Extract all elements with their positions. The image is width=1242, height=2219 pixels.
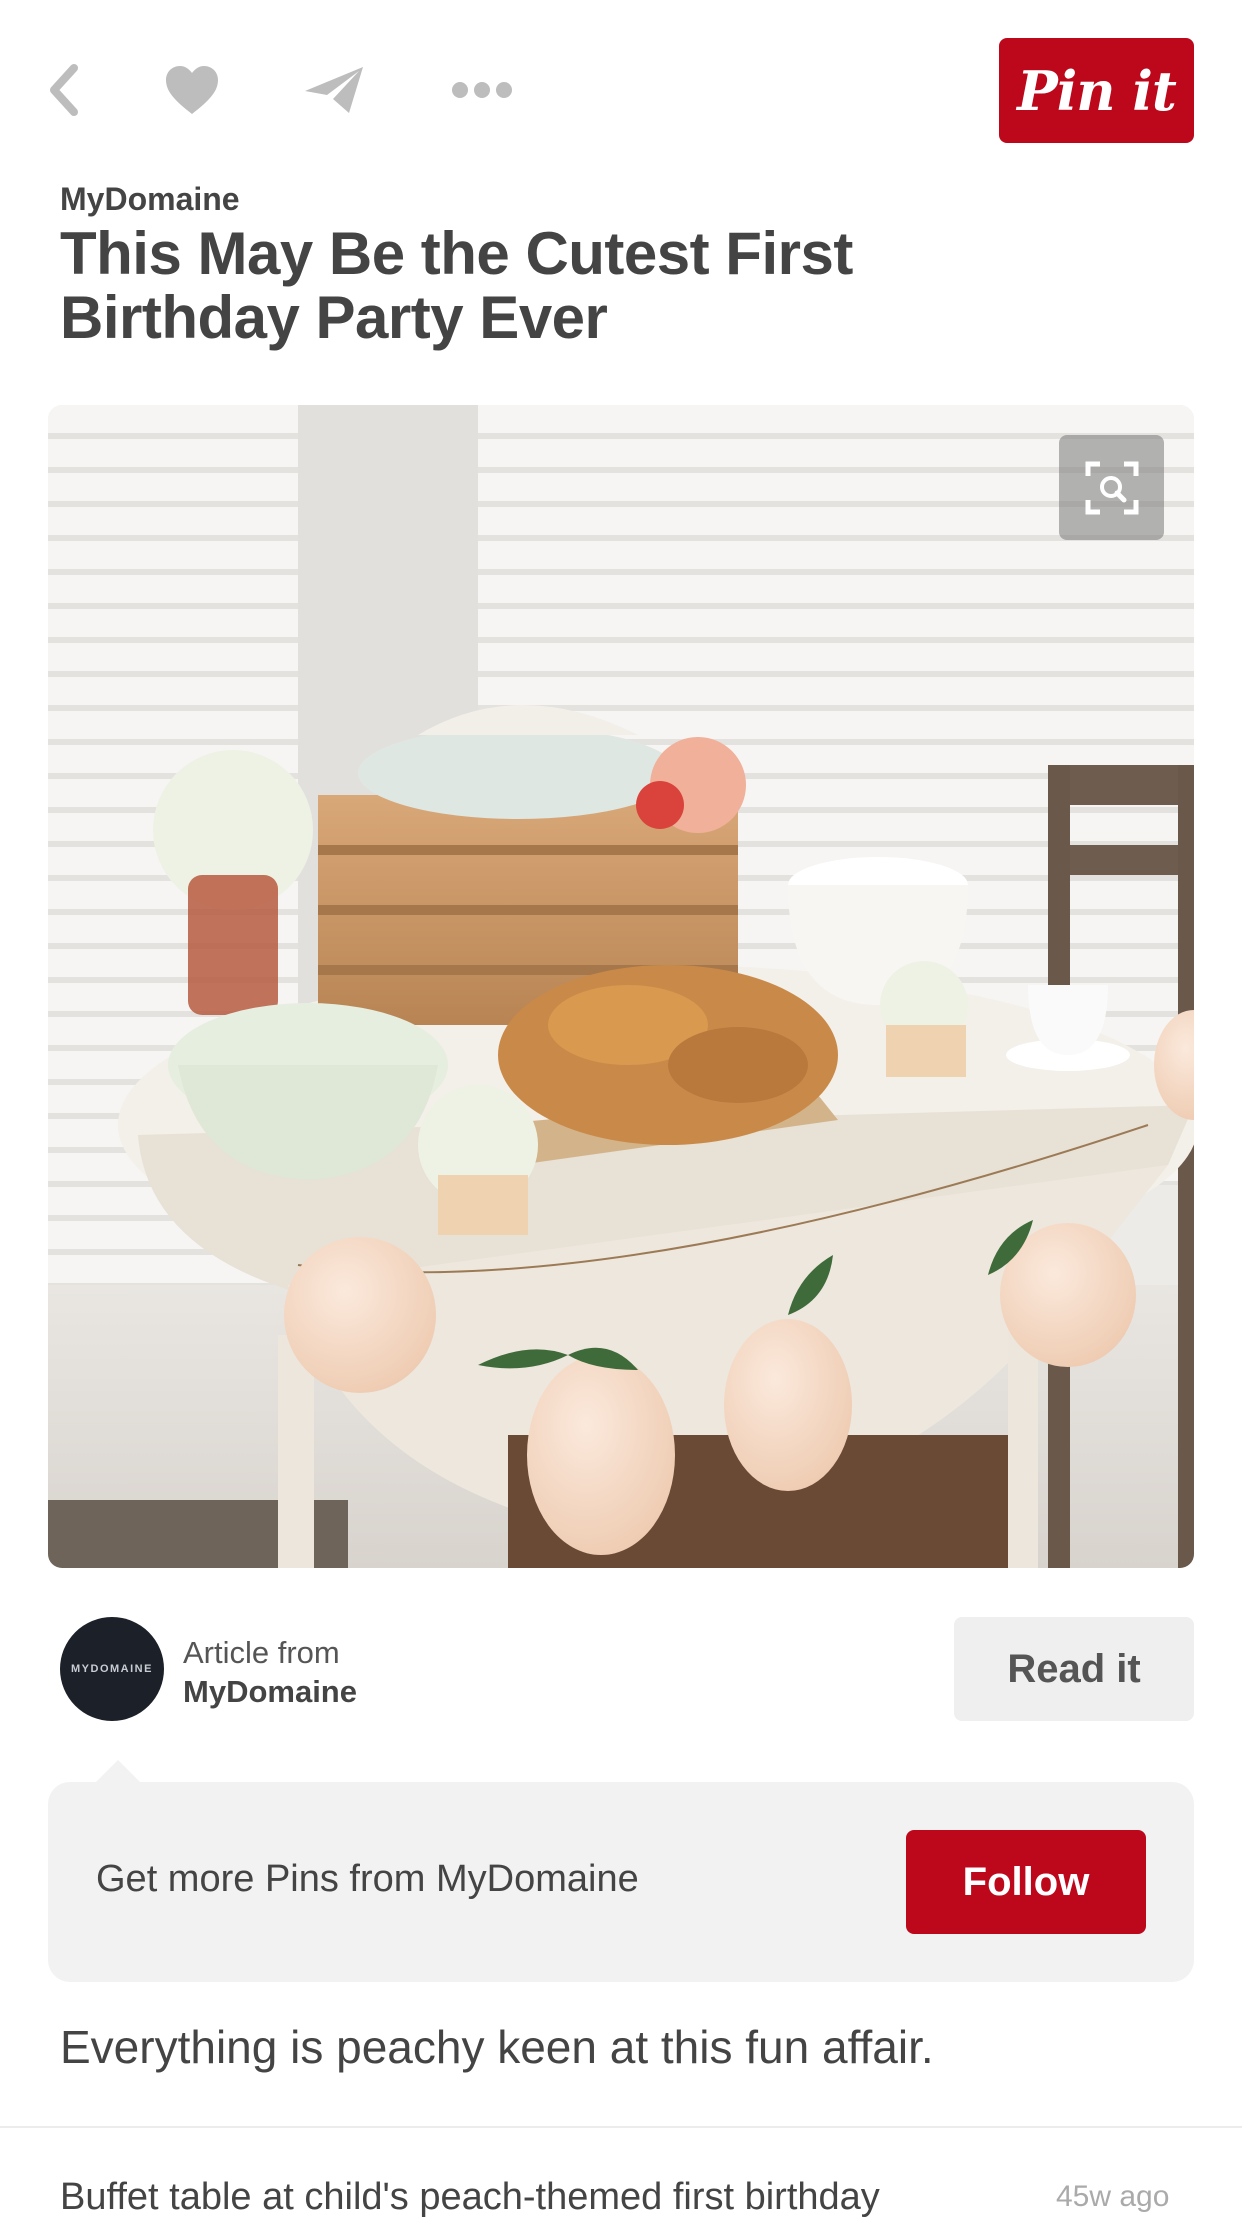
pin-source-name[interactable]: MyDomaine [60, 181, 240, 218]
like-button[interactable] [142, 40, 242, 140]
article-attribution: MYDOMAINE Article from MyDomaine Read it [60, 1617, 1194, 1723]
follow-prompt-text: Get more Pins from MyDomaine [96, 1858, 639, 1900]
back-icon [50, 64, 78, 116]
more-icon [452, 82, 512, 98]
pin-title: This May Be the Cutest First Birthday Pa… [60, 220, 853, 351]
comment-timestamp: 45w ago [1056, 2180, 1170, 2213]
back-button[interactable] [14, 40, 114, 140]
send-button[interactable] [284, 40, 384, 140]
read-it-button[interactable]: Read it [954, 1617, 1194, 1721]
party-table-photo [48, 405, 1194, 1568]
avatar[interactable]: MYDOMAINE [60, 1617, 164, 1721]
visual-search-button[interactable] [1059, 435, 1164, 540]
article-source-name[interactable]: MyDomaine [183, 1674, 357, 1710]
more-button[interactable] [432, 40, 532, 140]
top-toolbar: Pin it [0, 0, 1242, 170]
heart-icon [166, 66, 218, 114]
send-icon [305, 67, 363, 113]
article-from-label: Article from [183, 1635, 340, 1670]
follow-card-pointer [96, 1760, 140, 1782]
visual-search-icon [1085, 461, 1138, 514]
follow-card: Get more Pins from MyDomaine Follow [48, 1782, 1194, 1982]
divider [0, 2126, 1242, 2128]
follow-button[interactable]: Follow [906, 1830, 1146, 1934]
pin-it-button[interactable]: Pin it [999, 38, 1194, 143]
pin-image[interactable] [48, 405, 1194, 1568]
pin-description: Everything is peachy keen at this fun af… [60, 2021, 934, 2073]
comment-text: Buffet table at child's peach-themed fir… [60, 2176, 880, 2218]
